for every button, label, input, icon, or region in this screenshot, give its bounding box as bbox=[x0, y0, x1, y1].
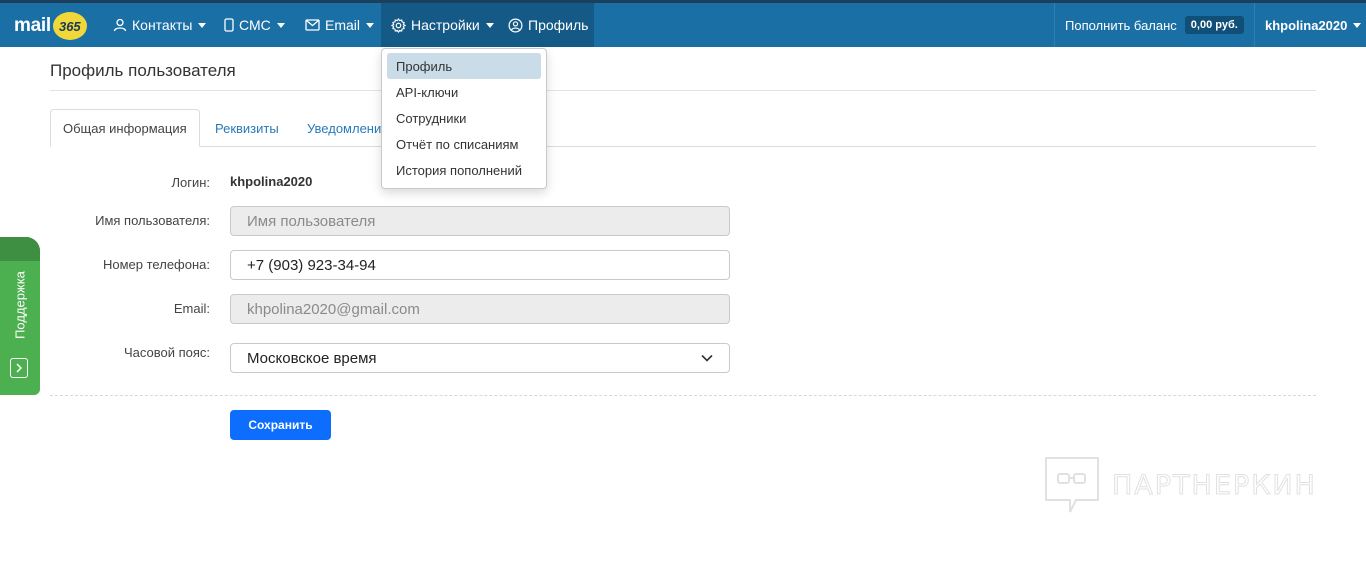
chevron-down-icon bbox=[198, 22, 207, 28]
email-label: Email: bbox=[173, 301, 210, 316]
logo[interactable]: mail 365 bbox=[14, 9, 87, 43]
nav-contacts[interactable]: Контакты bbox=[113, 3, 207, 47]
gear-icon bbox=[391, 17, 406, 33]
nav-email-label: Email bbox=[325, 17, 361, 33]
page-title: Профиль пользователя bbox=[50, 61, 236, 80]
chevron-down-icon bbox=[1353, 22, 1362, 28]
timezone-label: Часовой пояс: bbox=[123, 345, 210, 360]
login-value: khpolina2020 bbox=[230, 174, 313, 189]
balance-badge: 0,00 руб. bbox=[1184, 16, 1244, 34]
nav-contacts-label: Контакты bbox=[132, 17, 193, 33]
tab-requisites[interactable]: Реквизиты bbox=[203, 109, 291, 147]
top-up-balance-label: Пополнить баланс bbox=[1065, 17, 1177, 33]
divider bbox=[50, 395, 1316, 396]
menu-item-profile[interactable]: Профиль bbox=[387, 53, 541, 79]
phone-field[interactable]: +7 (903) 923-34-94 bbox=[230, 250, 730, 280]
chevron-right-icon bbox=[10, 358, 28, 378]
menu-item-topup-history[interactable]: История пополнений bbox=[387, 157, 541, 183]
login-label: Логин: bbox=[171, 175, 210, 190]
nav-sms-label: СМС bbox=[239, 17, 271, 33]
watermark-logo-icon bbox=[1045, 457, 1099, 513]
support-label: Поддержка bbox=[12, 271, 28, 339]
watermark: ПАРТНЕРКИН bbox=[1044, 456, 1317, 514]
logo-text: mail bbox=[14, 15, 51, 36]
phone-label: Номер телефона: bbox=[103, 257, 210, 272]
username-field[interactable]: Имя пользователя bbox=[230, 206, 730, 236]
nav-sms[interactable]: СМС bbox=[224, 3, 285, 47]
settings-dropdown-menu: Профиль API-ключи Сотрудники Отчёт по сп… bbox=[381, 48, 547, 189]
user-icon bbox=[113, 18, 127, 32]
divider bbox=[1054, 3, 1055, 47]
phone-icon bbox=[224, 18, 234, 32]
tab-general-info[interactable]: Общая информация bbox=[50, 109, 200, 147]
user-circle-icon bbox=[508, 18, 523, 32]
chevron-down-icon bbox=[701, 354, 713, 362]
envelope-icon bbox=[305, 19, 320, 31]
username-label: khpolina2020 bbox=[1265, 17, 1348, 33]
nav-profile-label: Профиль bbox=[528, 17, 589, 33]
save-button[interactable]: Сохранить bbox=[230, 410, 331, 440]
logo-number: 365 bbox=[52, 12, 87, 40]
watermark-text: ПАРТНЕРКИН bbox=[1112, 469, 1317, 501]
divider bbox=[50, 90, 1316, 91]
menu-item-debit-report[interactable]: Отчёт по списаниям bbox=[387, 131, 541, 157]
email-field[interactable]: khpolina2020@gmail.com bbox=[230, 294, 730, 324]
user-menu[interactable]: khpolina2020 bbox=[1265, 3, 1362, 47]
menu-item-api-keys[interactable]: API-ключи bbox=[387, 79, 541, 105]
chevron-down-icon bbox=[366, 22, 375, 28]
nav-email[interactable]: Email bbox=[305, 3, 375, 47]
menu-item-employees[interactable]: Сотрудники bbox=[387, 105, 541, 131]
top-up-balance-button[interactable]: Пополнить баланс 0,00 руб. bbox=[1065, 3, 1244, 47]
timezone-value: Московское время bbox=[247, 349, 377, 367]
timezone-select[interactable]: Московское время bbox=[230, 343, 730, 373]
nav-profile[interactable]: Профиль bbox=[498, 3, 594, 47]
support-tab-fold bbox=[0, 237, 40, 261]
nav-settings[interactable]: Настройки bbox=[381, 3, 498, 47]
divider bbox=[1254, 3, 1255, 47]
chevron-down-icon bbox=[276, 22, 285, 28]
username-label: Имя пользователя: bbox=[95, 213, 210, 228]
top-navbar: mail 365 Контакты СМС Email Настройки Пр… bbox=[0, 0, 1366, 47]
nav-settings-label: Настройки bbox=[411, 17, 480, 33]
chevron-down-icon bbox=[485, 22, 494, 28]
